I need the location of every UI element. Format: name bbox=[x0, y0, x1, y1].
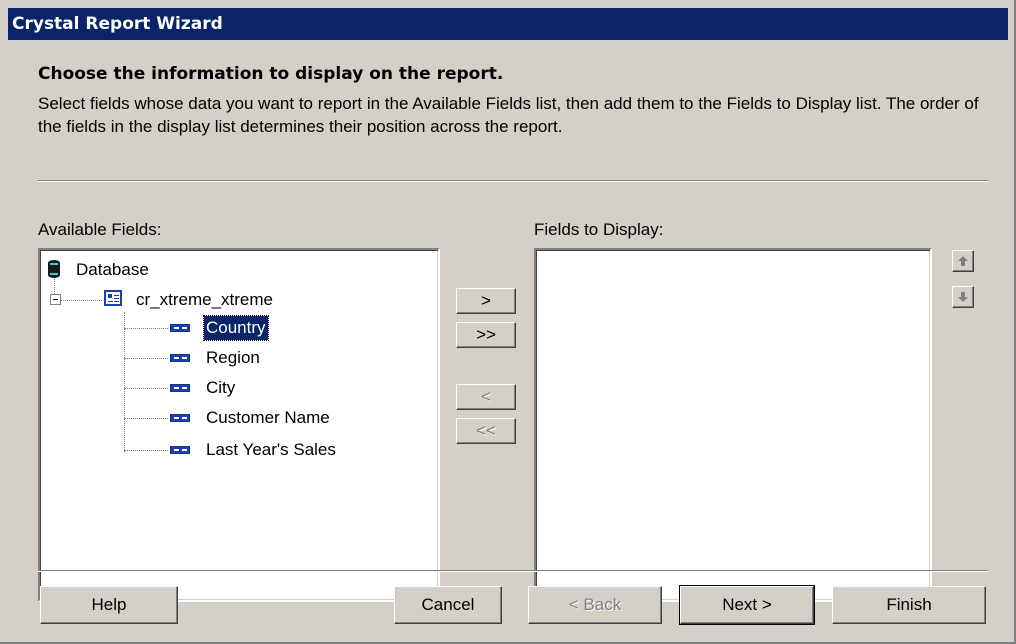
tree-field-city[interactable]: City bbox=[204, 376, 237, 400]
finish-button[interactable]: Finish bbox=[832, 586, 986, 624]
next-button[interactable]: Next > bbox=[679, 585, 815, 625]
wizard-window: Crystal Report Wizard Choose the informa… bbox=[0, 0, 1016, 644]
field-icon bbox=[170, 446, 190, 454]
tree-field-last-years-sales[interactable]: Last Year's Sales bbox=[204, 438, 338, 462]
tree-field-country[interactable]: Country bbox=[203, 315, 269, 341]
fields-to-display-label: Fields to Display: bbox=[534, 220, 664, 239]
step-heading: Choose the information to display on the… bbox=[38, 64, 504, 84]
field-icon bbox=[170, 384, 190, 392]
tree-line bbox=[60, 300, 102, 301]
tree-root-database[interactable]: Database bbox=[74, 258, 151, 282]
arrow-down-icon bbox=[958, 292, 968, 302]
cancel-label: Cancel bbox=[421, 595, 475, 614]
help-button[interactable]: Help bbox=[40, 586, 178, 624]
add-all-fields-button[interactable]: >> bbox=[456, 322, 516, 348]
tree-line bbox=[124, 418, 168, 419]
field-icon bbox=[170, 354, 190, 362]
move-up-button[interactable] bbox=[952, 250, 974, 272]
step-description: Select fields whose data you want to rep… bbox=[38, 94, 979, 136]
table-icon bbox=[104, 290, 122, 306]
collapse-toggle-icon[interactable] bbox=[50, 294, 61, 305]
back-label: < Back bbox=[568, 595, 622, 614]
tree-node-table[interactable]: cr_xtreme_xtreme bbox=[134, 288, 275, 312]
database-icon bbox=[48, 260, 60, 278]
tree-line bbox=[124, 358, 168, 359]
remove-field-button[interactable]: < bbox=[456, 384, 516, 410]
tree-line bbox=[124, 328, 168, 329]
available-fields-label: Available Fields: bbox=[38, 220, 162, 239]
tree-field-region[interactable]: Region bbox=[204, 346, 262, 370]
tree-line bbox=[124, 312, 125, 452]
tree-field-customer-name[interactable]: Customer Name bbox=[204, 406, 332, 430]
top-separator bbox=[38, 180, 988, 182]
back-button[interactable]: < Back bbox=[528, 586, 662, 624]
tree-line bbox=[124, 388, 168, 389]
help-label: Help bbox=[91, 595, 127, 614]
finish-label: Finish bbox=[886, 595, 932, 614]
remove-field-label: < bbox=[481, 387, 491, 406]
tree-line bbox=[124, 450, 168, 451]
title-bar: Crystal Report Wizard bbox=[8, 8, 1008, 40]
available-fields-tree[interactable]: Database cr_xtreme_xtreme Country Region… bbox=[38, 248, 440, 602]
remove-all-fields-button[interactable]: << bbox=[456, 418, 516, 444]
arrow-up-icon bbox=[958, 256, 968, 266]
bottom-separator bbox=[38, 570, 988, 572]
field-icon bbox=[170, 324, 190, 332]
move-down-button[interactable] bbox=[952, 286, 974, 308]
remove-all-label: << bbox=[476, 421, 496, 440]
add-field-button[interactable]: > bbox=[456, 288, 516, 314]
fields-to-display-list[interactable] bbox=[534, 248, 932, 602]
field-icon bbox=[170, 414, 190, 422]
cancel-button[interactable]: Cancel bbox=[394, 586, 502, 624]
add-field-label: > bbox=[481, 291, 491, 310]
window-title: Crystal Report Wizard bbox=[12, 14, 223, 34]
next-label: Next > bbox=[722, 595, 772, 614]
add-all-label: >> bbox=[476, 325, 496, 344]
